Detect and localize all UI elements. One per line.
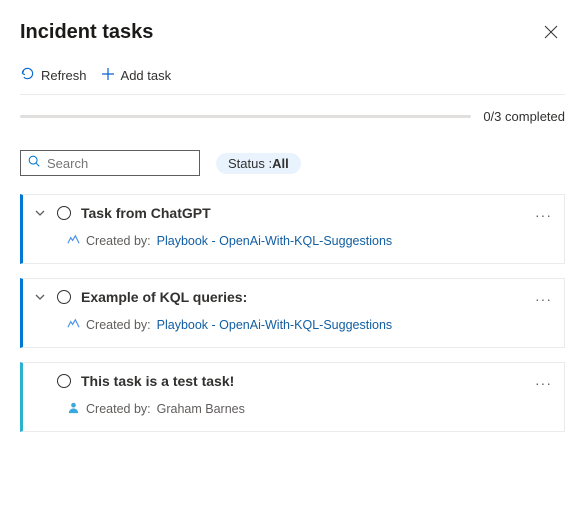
task-status-toggle[interactable] (57, 374, 71, 388)
search-box[interactable] (20, 150, 200, 176)
created-by-prefix: Created by: (86, 318, 151, 332)
chevron-down-icon[interactable] (33, 207, 47, 219)
search-input[interactable] (41, 156, 193, 171)
created-by-prefix: Created by: (86, 234, 151, 248)
filter-row: Status : All (20, 150, 565, 176)
toolbar: Refresh Add task (20, 66, 565, 95)
task-created-by: Created by: Graham Barnes (67, 401, 552, 417)
progress-bar (20, 115, 471, 118)
task-card: This task is a test task! ··· Created by… (20, 362, 565, 432)
page-title: Incident tasks (20, 21, 153, 44)
task-created-by: Created by: Playbook - OpenAi-With-KQL-S… (67, 317, 552, 333)
created-by-text: Graham Barnes (157, 402, 245, 416)
status-filter-value: All (272, 156, 289, 171)
created-by-prefix: Created by: (86, 402, 151, 416)
task-title: Example of KQL queries: (81, 289, 247, 305)
user-icon (67, 401, 80, 417)
task-head: Task from ChatGPT (33, 205, 552, 221)
plus-icon (101, 67, 115, 84)
task-title: This task is a test task! (81, 373, 234, 389)
task-status-toggle[interactable] (57, 290, 71, 304)
progress-text: 0/3 completed (483, 109, 565, 124)
playbook-icon (67, 317, 80, 333)
task-list: Task from ChatGPT ··· Created by: Playbo… (20, 194, 565, 432)
add-task-label: Add task (121, 68, 172, 83)
task-more-button[interactable]: ··· (535, 207, 552, 223)
task-more-button[interactable]: ··· (535, 375, 552, 391)
incident-tasks-panel: Incident tasks Refresh Add task 0/3 comp… (0, 0, 585, 432)
add-task-button[interactable]: Add task (101, 67, 172, 84)
task-created-by: Created by: Playbook - OpenAi-With-KQL-S… (67, 233, 552, 249)
refresh-icon (20, 66, 35, 84)
created-by-link[interactable]: Playbook - OpenAi-With-KQL-Suggestions (157, 318, 393, 332)
task-title: Task from ChatGPT (81, 205, 211, 221)
chevron-down-icon[interactable] (33, 291, 47, 303)
created-by-link[interactable]: Playbook - OpenAi-With-KQL-Suggestions (157, 234, 393, 248)
status-filter[interactable]: Status : All (216, 153, 301, 174)
close-icon (544, 25, 558, 39)
task-card: Example of KQL queries: ··· Created by: … (20, 278, 565, 348)
progress-row: 0/3 completed (20, 109, 565, 124)
close-button[interactable] (537, 18, 565, 46)
search-icon (27, 154, 41, 173)
task-head: Example of KQL queries: (33, 289, 552, 305)
task-status-toggle[interactable] (57, 206, 71, 220)
task-more-button[interactable]: ··· (535, 291, 552, 307)
header-row: Incident tasks (20, 18, 565, 46)
task-head: This task is a test task! (33, 373, 552, 389)
task-card: Task from ChatGPT ··· Created by: Playbo… (20, 194, 565, 264)
refresh-label: Refresh (41, 68, 87, 83)
playbook-icon (67, 233, 80, 249)
refresh-button[interactable]: Refresh (20, 66, 87, 84)
status-filter-prefix: Status : (228, 156, 272, 171)
